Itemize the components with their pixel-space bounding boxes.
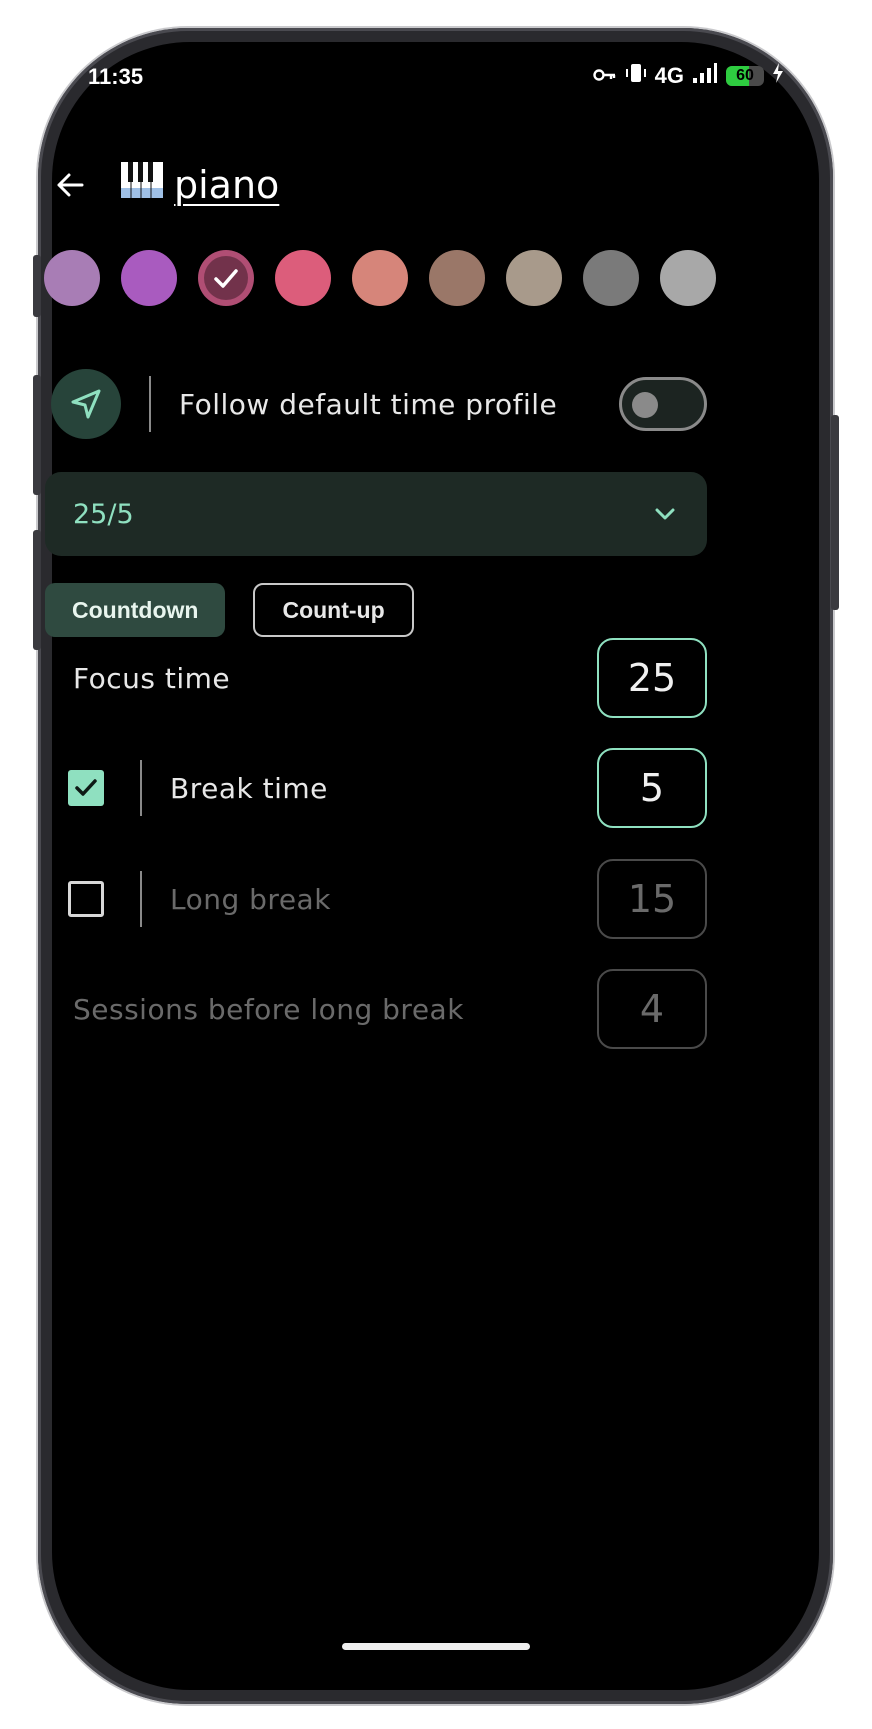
follow-default-toggle[interactable]	[619, 377, 707, 431]
long-break-checkbox[interactable]	[68, 881, 104, 917]
sessions-label: Sessions before long break	[73, 992, 464, 1026]
toggle-knob	[632, 392, 658, 418]
battery-icon: 60	[726, 66, 764, 86]
focus-time-row: Focus time 25	[45, 638, 707, 718]
color-swatch[interactable]	[44, 250, 100, 306]
color-swatch[interactable]	[275, 250, 331, 306]
follow-default-label: Follow default time profile	[179, 387, 558, 421]
signal-icon	[692, 62, 718, 90]
network-type: 4G	[654, 63, 684, 88]
long-break-row: Long break 15	[45, 859, 707, 939]
power-button	[831, 415, 839, 610]
piano-keys-icon	[120, 160, 164, 209]
category-title[interactable]: piano	[120, 160, 279, 209]
arrow-left-icon	[57, 173, 84, 196]
back-button[interactable]	[50, 165, 90, 205]
divider	[140, 871, 142, 927]
timer-mode-selector: Countdown Count-up	[45, 583, 414, 637]
charging-icon	[772, 63, 784, 89]
chevron-down-icon	[655, 508, 675, 520]
break-time-checkbox[interactable]	[68, 770, 104, 806]
long-break-label: Long break	[170, 882, 331, 916]
divider	[140, 760, 142, 816]
checkmark-icon	[75, 779, 97, 796]
break-time-label: Break time	[170, 771, 328, 805]
time-profile-dropdown[interactable]: 25/5	[45, 472, 707, 556]
focus-time-label: Focus time	[73, 661, 231, 695]
navigation-arrow-icon	[71, 389, 101, 419]
follow-default-button[interactable]	[51, 369, 121, 439]
battery-level: 60	[736, 67, 754, 84]
long-break-input[interactable]: 15	[597, 859, 707, 939]
status-bar: 11:35 4G 60	[88, 62, 784, 96]
break-time-row: Break time 5	[45, 748, 707, 828]
sessions-row: Sessions before long break 4	[45, 969, 707, 1049]
volume-up-button	[33, 375, 41, 495]
color-swatch[interactable]	[429, 250, 485, 306]
color-swatch[interactable]	[198, 250, 254, 306]
break-time-input[interactable]: 5	[597, 748, 707, 828]
home-indicator[interactable]	[342, 1643, 530, 1650]
status-time: 11:35	[88, 64, 144, 89]
color-picker	[44, 250, 716, 306]
checkmark-icon	[198, 250, 254, 306]
vpn-key-icon	[592, 63, 617, 89]
follow-default-row: Follow default time profile	[51, 368, 707, 440]
color-swatch[interactable]	[583, 250, 639, 306]
color-swatch[interactable]	[660, 250, 716, 306]
countup-chip[interactable]: Count-up	[253, 583, 414, 637]
page-header: piano	[50, 160, 279, 209]
color-swatch[interactable]	[506, 250, 562, 306]
vibrate-icon	[625, 62, 647, 90]
color-swatch[interactable]	[352, 250, 408, 306]
mute-switch	[33, 255, 41, 317]
volume-down-button	[33, 530, 41, 650]
page-title: piano	[174, 162, 280, 207]
time-profile-value: 25/5	[73, 498, 134, 530]
divider	[149, 376, 151, 432]
focus-time-input[interactable]: 25	[597, 638, 707, 718]
color-swatch[interactable]	[121, 250, 177, 306]
sessions-input[interactable]: 4	[597, 969, 707, 1049]
countdown-chip[interactable]: Countdown	[45, 583, 226, 637]
